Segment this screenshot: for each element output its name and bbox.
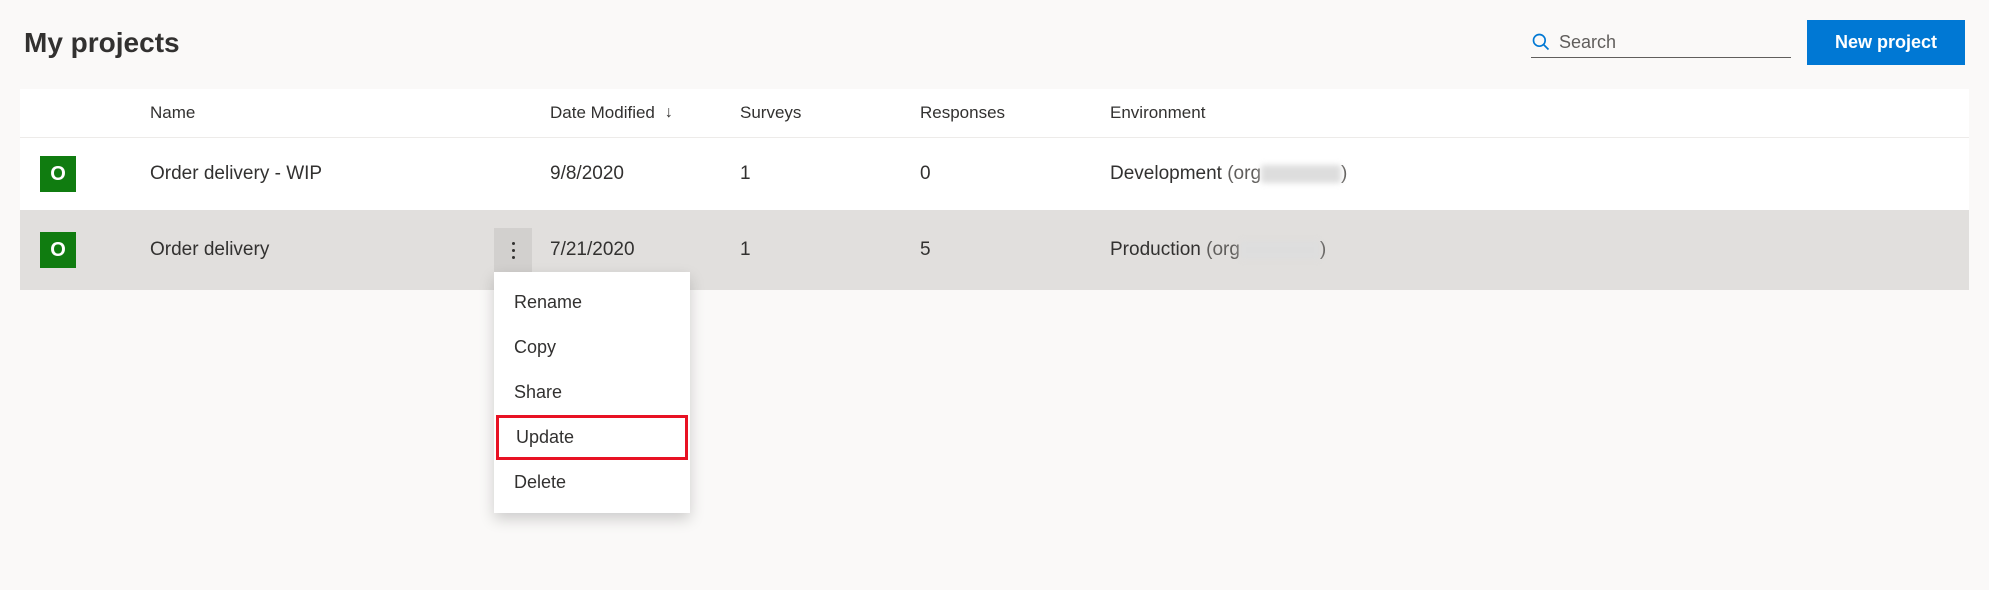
search-icon xyxy=(1531,32,1551,52)
vertical-dots-icon xyxy=(512,242,515,259)
page-header: My projects New project xyxy=(20,20,1969,65)
row-name-cell: Order delivery Rename Copy Share Update … xyxy=(150,228,550,272)
header-actions: New project xyxy=(1531,20,1965,65)
table-header-row: Name Date Modified ↓ Surveys Responses E… xyxy=(20,89,1969,138)
context-menu: Rename Copy Share Update Delete xyxy=(494,272,690,513)
row-environment-cell: Production (org) xyxy=(1110,239,1969,261)
menu-item-rename[interactable]: Rename xyxy=(494,280,690,325)
search-input[interactable] xyxy=(1559,32,1791,53)
col-header-date-label: Date Modified xyxy=(550,103,655,123)
table-row[interactable]: O Order delivery - WIP 9/8/2020 1 0 Deve… xyxy=(20,138,1969,210)
environment-org: (org) xyxy=(1222,163,1347,184)
col-header-name[interactable]: Name xyxy=(150,103,550,123)
menu-item-delete[interactable]: Delete xyxy=(494,460,690,505)
row-icon-cell: O xyxy=(20,156,150,192)
row-responses-cell: 5 xyxy=(920,239,1110,261)
project-icon: O xyxy=(40,156,76,192)
projects-table: Name Date Modified ↓ Surveys Responses E… xyxy=(20,89,1969,290)
col-header-date-modified[interactable]: Date Modified ↓ xyxy=(550,103,740,123)
project-icon: O xyxy=(40,232,76,268)
environment-name: Production xyxy=(1110,239,1201,260)
row-responses-cell: 0 xyxy=(920,163,1110,185)
row-icon-cell: O xyxy=(20,232,150,268)
row-surveys-cell: 1 xyxy=(740,239,920,261)
row-date-cell: 7/21/2020 xyxy=(550,239,740,261)
menu-item-share[interactable]: Share xyxy=(494,370,690,415)
col-header-surveys[interactable]: Surveys xyxy=(740,103,920,123)
environment-name: Development xyxy=(1110,163,1222,184)
menu-item-update[interactable]: Update xyxy=(496,415,688,460)
table-row[interactable]: O Order delivery Rename Copy Share Updat… xyxy=(20,210,1969,290)
redacted-org-id xyxy=(1240,241,1320,259)
col-header-environment[interactable]: Environment xyxy=(1110,103,1969,123)
row-environment-cell: Development (org) xyxy=(1110,163,1969,185)
new-project-button[interactable]: New project xyxy=(1807,20,1965,65)
sort-descending-icon: ↓ xyxy=(665,104,673,122)
project-name: Order delivery xyxy=(150,239,269,261)
menu-item-copy[interactable]: Copy xyxy=(494,325,690,370)
row-surveys-cell: 1 xyxy=(740,163,920,185)
search-box[interactable] xyxy=(1531,28,1791,58)
page-title: My projects xyxy=(24,27,180,59)
environment-org: (org) xyxy=(1201,239,1326,260)
redacted-org-id xyxy=(1261,165,1341,183)
row-name-cell: Order delivery - WIP xyxy=(150,163,550,185)
more-actions-button[interactable] xyxy=(494,228,532,272)
row-date-cell: 9/8/2020 xyxy=(550,163,740,185)
menu-wrapper: Rename Copy Share Update Delete xyxy=(494,228,532,272)
project-name: Order delivery - WIP xyxy=(150,163,322,185)
col-header-responses[interactable]: Responses xyxy=(920,103,1110,123)
